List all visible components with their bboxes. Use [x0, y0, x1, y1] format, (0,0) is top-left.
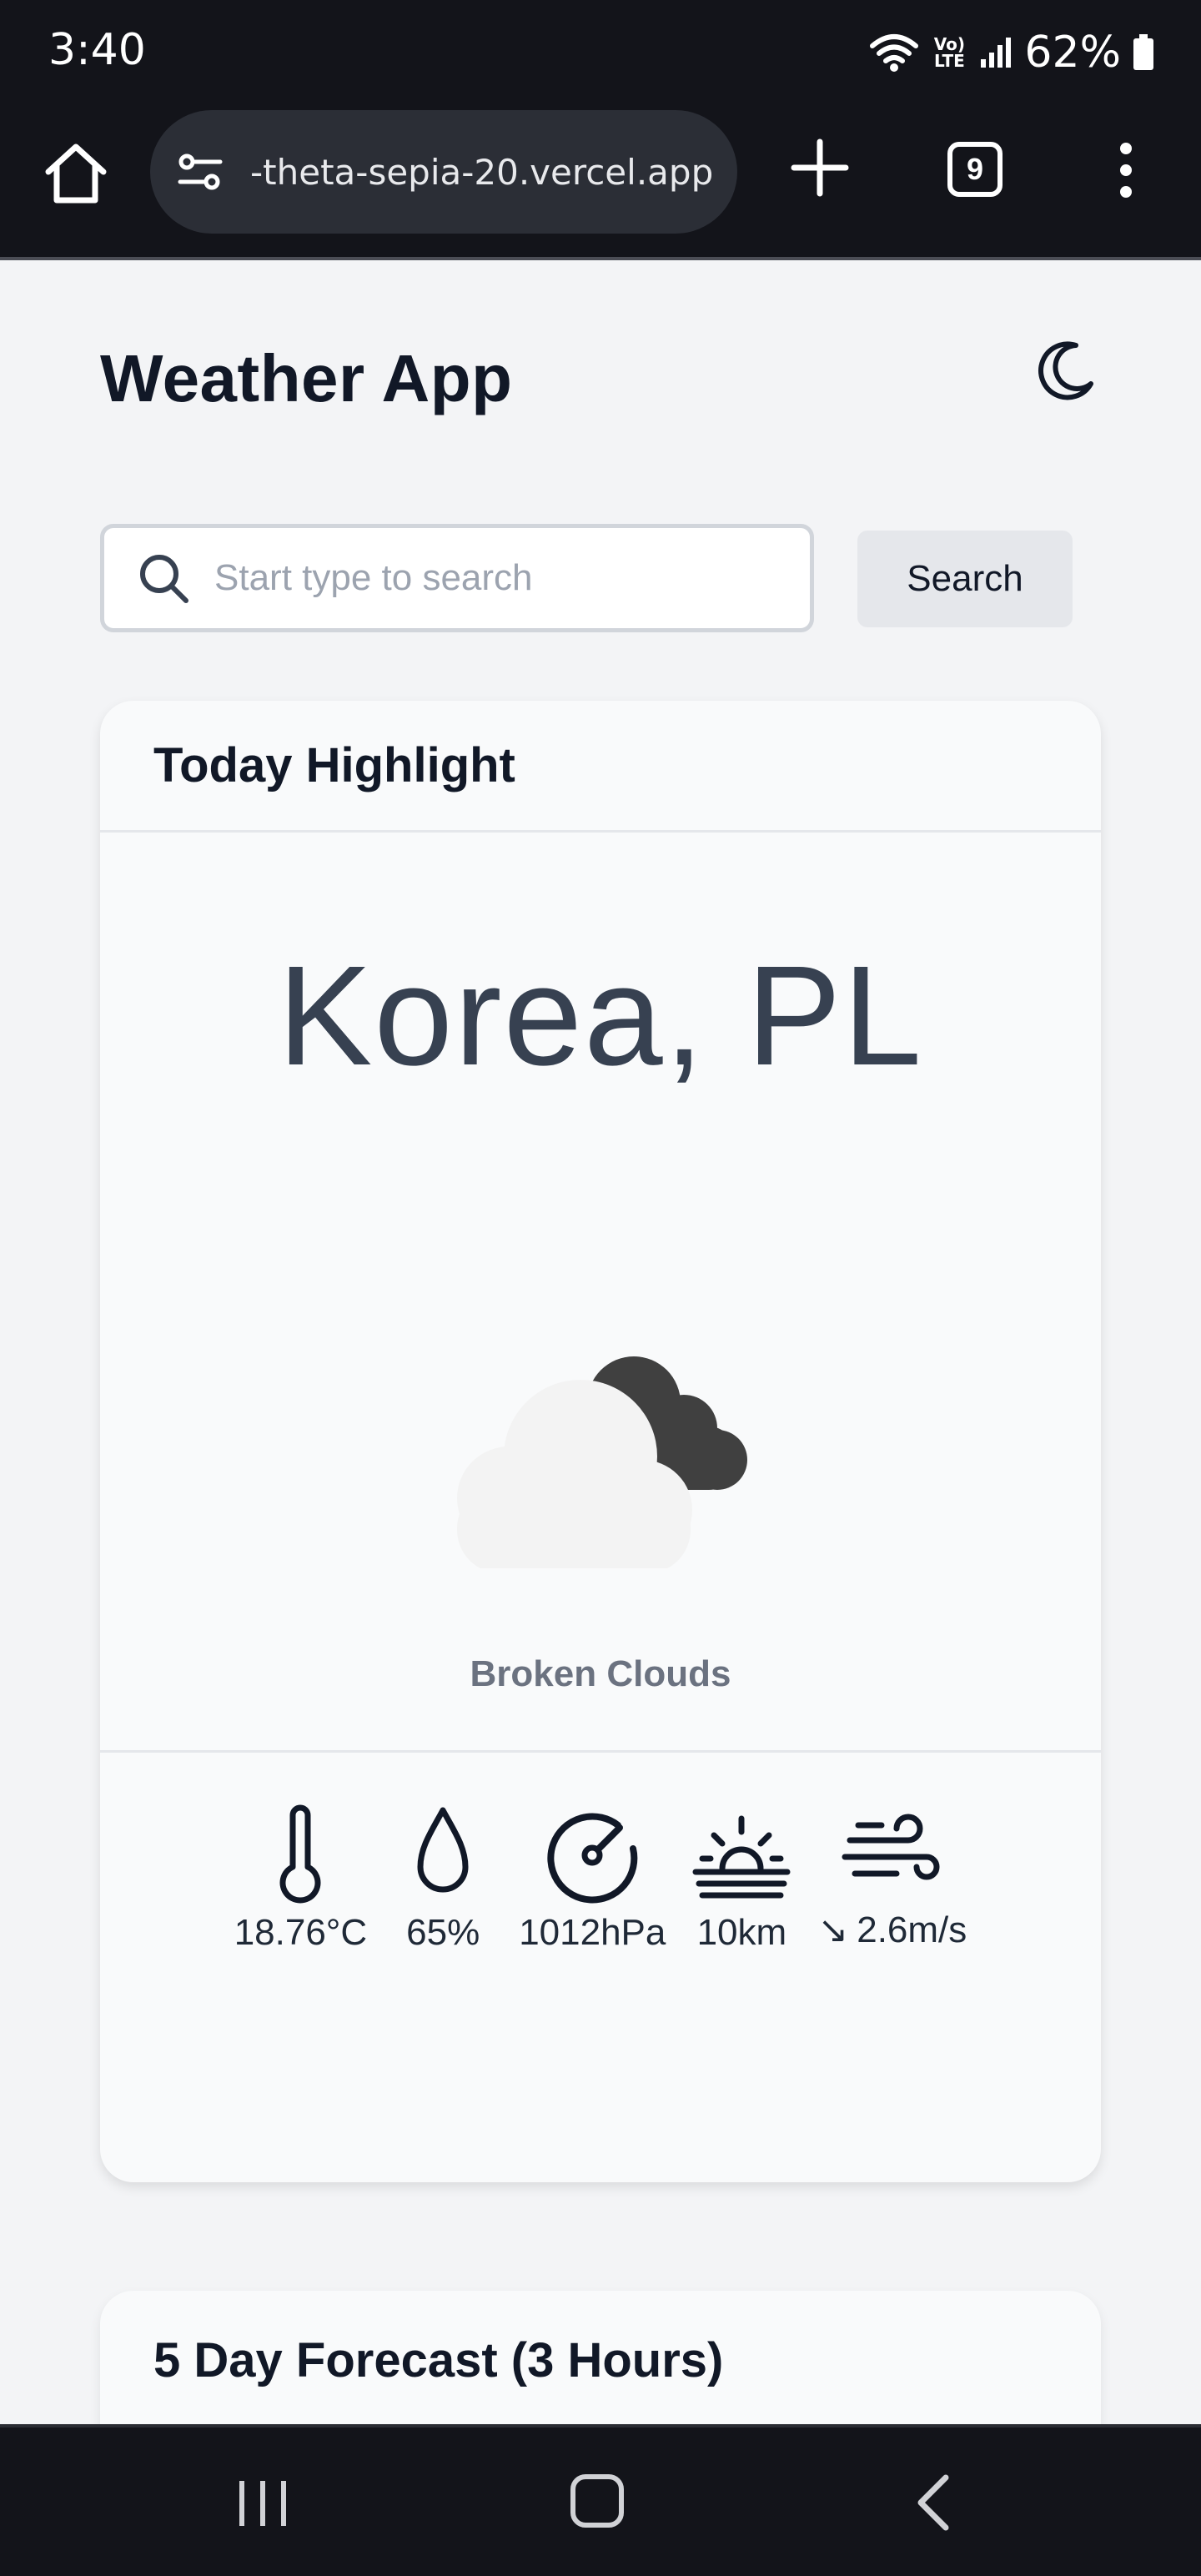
pressure-stat: 1012hPa [519, 1800, 666, 1954]
visibility-value: 10km [696, 1912, 787, 1953]
wind-speed-value: 2.6m/s [857, 1909, 967, 1950]
visibility-stat: 10km [687, 1800, 796, 1954]
droplet-icon [417, 1807, 469, 1893]
card-header: Today Highlight [100, 701, 1101, 833]
home-button[interactable] [570, 2474, 624, 2528]
search-field[interactable] [100, 524, 814, 632]
site-settings-icon[interactable] [175, 147, 225, 197]
battery-icon [1133, 34, 1153, 70]
tab-switcher-button[interactable]: 9 [947, 142, 1003, 197]
app-title: Weather App [100, 341, 513, 415]
new-tab-icon[interactable] [784, 132, 856, 204]
gauge-icon [547, 1813, 638, 1904]
battery-percentage: 62% [1024, 28, 1121, 78]
back-icon[interactable] [909, 2473, 959, 2533]
status-time: 3:40 [48, 25, 146, 75]
recent-apps-icon[interactable] [235, 2478, 290, 2529]
network-type-label: Vo) LTE [933, 34, 966, 71]
temperature-stat: 18.76°C [234, 1800, 367, 1954]
moon-icon[interactable] [1029, 337, 1099, 407]
browser-toolbar: -theta-sepia-20.vercel.app 9 [0, 107, 1201, 260]
divider [100, 1750, 1101, 1753]
more-options-icon[interactable] [1101, 140, 1151, 200]
wind-direction-arrow: ↘ [817, 1909, 849, 1950]
search-icon [140, 555, 188, 603]
thermometer-icon [279, 1804, 321, 1904]
today-highlight-card: Today Highlight Korea, PL Broken Clouds … [100, 701, 1101, 2182]
forecast-heading: 5 Day Forecast (3 Hours) [153, 2333, 724, 2387]
status-bar: 3:40 Vo) LTE 62% [0, 0, 1201, 107]
weather-stats: 18.76°C 65% 1012hPa 10km ↘ 2.6m/s [100, 1800, 1101, 1954]
address-bar[interactable]: -theta-sepia-20.vercel.app [150, 110, 737, 234]
humidity-stat: 65% [389, 1800, 497, 1954]
wind-row: ↘ 2.6m/s [817, 1909, 967, 1951]
location-name: Korea, PL [277, 937, 924, 1095]
humidity-value: 65% [406, 1912, 480, 1953]
home-icon[interactable] [40, 137, 112, 209]
signal-icon [981, 38, 1012, 68]
sunrise-icon [692, 1815, 791, 1899]
search-input[interactable] [214, 557, 748, 599]
broken-clouds-icon [457, 1356, 747, 1568]
url-text: -theta-sepia-20.vercel.app [250, 151, 714, 193]
search-button[interactable]: Search [857, 531, 1073, 627]
wind-icon [842, 1814, 940, 1880]
weather-condition: Broken Clouds [470, 1653, 731, 1694]
system-navigation-bar [0, 2424, 1201, 2576]
status-icons: Vo) LTE 62% [869, 23, 1154, 82]
wifi-icon [870, 34, 919, 72]
today-highlight-heading: Today Highlight [153, 738, 515, 792]
temperature-value: 18.76°C [234, 1912, 368, 1953]
pressure-value: 1012hPa [519, 1912, 666, 1953]
wind-stat: ↘ 2.6m/s [817, 1800, 967, 1954]
